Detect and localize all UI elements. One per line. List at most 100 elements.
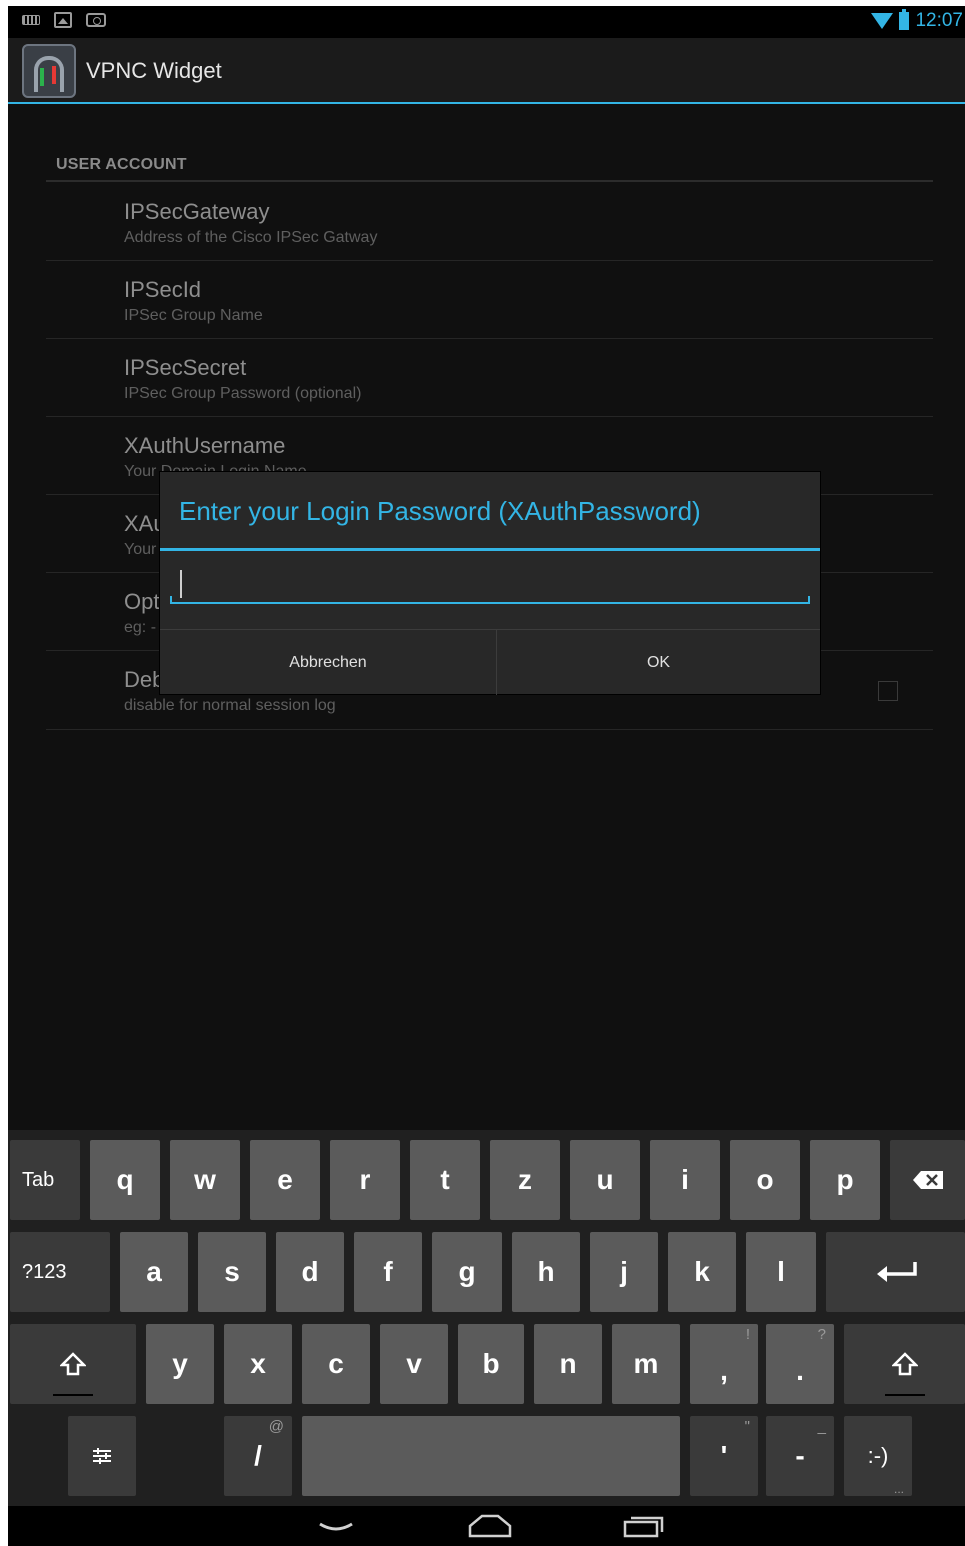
text-cursor xyxy=(180,570,182,598)
pref-divider xyxy=(46,729,933,730)
recent-apps-nav-button[interactable] xyxy=(622,1512,666,1540)
key-dash-label: - xyxy=(795,1440,805,1471)
key-comma-label: , xyxy=(720,1355,728,1386)
key-g[interactable]: g xyxy=(432,1232,502,1312)
settings-sliders-icon xyxy=(93,1448,111,1464)
key-dash-hint: _ xyxy=(817,1418,826,1435)
key-q[interactable]: q xyxy=(90,1140,160,1220)
key-e[interactable]: e xyxy=(250,1140,320,1220)
clock: 12:07 xyxy=(915,10,963,31)
pref-summary: IPSec Group Name xyxy=(124,307,263,324)
key-slash-label: / xyxy=(254,1440,262,1471)
key-k[interactable]: k xyxy=(668,1232,736,1312)
key-b[interactable]: b xyxy=(458,1324,524,1404)
key-n[interactable]: n xyxy=(534,1324,602,1404)
keyboard-icon xyxy=(22,15,40,25)
pref-title: IPSecSecret xyxy=(124,355,247,380)
back-nav-button[interactable] xyxy=(316,1516,356,1536)
camera-icon xyxy=(86,13,106,27)
key-period[interactable]: . ? xyxy=(766,1324,834,1404)
home-icon xyxy=(468,1514,512,1538)
backspace-key[interactable] xyxy=(890,1140,965,1220)
debug-checkbox[interactable] xyxy=(878,681,898,701)
key-r[interactable]: r xyxy=(330,1140,400,1220)
key-o[interactable]: o xyxy=(730,1140,800,1220)
pref-title: IPSecGateway xyxy=(124,199,270,224)
pref-title: IPSecId xyxy=(124,277,202,302)
pref-divider xyxy=(46,338,933,339)
pref-summary: eg: - xyxy=(124,619,157,636)
section-divider xyxy=(46,180,933,182)
pref-summary: Address of the Cisco IPSec Gatway xyxy=(124,229,378,246)
dialog-title-divider xyxy=(160,548,820,551)
key-apostrophe[interactable]: ' " xyxy=(690,1416,758,1496)
pref-divider xyxy=(46,416,933,417)
status-bar: 12:07 xyxy=(8,6,965,38)
key-u[interactable]: u xyxy=(570,1140,640,1220)
key-slash[interactable]: / @ xyxy=(224,1416,292,1496)
password-dialog: Enter your Login Password (XAuthPassword… xyxy=(160,472,820,695)
pref-title: XAuthUsername xyxy=(124,433,286,458)
key-v[interactable]: v xyxy=(380,1324,448,1404)
cancel-button[interactable]: Abbrechen xyxy=(160,630,497,695)
key-c[interactable]: c xyxy=(302,1324,370,1404)
android-screen: 12:07 VPNC Widget USER ACCOUNT IPSecGate… xyxy=(8,6,965,1546)
password-input[interactable] xyxy=(170,564,810,604)
settings-key[interactable] xyxy=(68,1416,136,1496)
pref-ipsec-secret[interactable]: IPSecSecret IPSec Group Password (option… xyxy=(124,355,361,405)
key-m[interactable]: m xyxy=(612,1324,680,1404)
back-chevron-icon xyxy=(319,1522,353,1531)
shift-key-right[interactable] xyxy=(844,1324,965,1404)
key-h[interactable]: h xyxy=(512,1232,580,1312)
battery-icon xyxy=(899,9,910,30)
app-title: VPNC Widget xyxy=(86,58,222,83)
key-apostrophe-hint: " xyxy=(744,1418,750,1435)
pref-title: Opti xyxy=(124,589,165,614)
pref-ipsec-id[interactable]: IPSecId IPSec Group Name xyxy=(124,277,263,327)
recent-apps-icon xyxy=(623,1516,664,1538)
key-y[interactable]: y xyxy=(146,1324,214,1404)
key-z[interactable]: z xyxy=(490,1140,560,1220)
key-a[interactable]: a xyxy=(120,1232,188,1312)
shift-icon xyxy=(60,1352,86,1376)
pref-summary: disable for normal session log xyxy=(124,697,336,714)
key-apostrophe-label: ' xyxy=(720,1440,728,1471)
key-p[interactable]: p xyxy=(810,1140,880,1220)
section-header: USER ACCOUNT xyxy=(56,156,187,173)
soft-keyboard: Tab q w e r t z u i o p ?123 a s d f g h… xyxy=(8,1130,965,1506)
key-period-label: . xyxy=(796,1355,804,1386)
key-j[interactable]: j xyxy=(590,1232,658,1312)
ok-button[interactable]: OK xyxy=(497,630,820,695)
image-icon xyxy=(54,12,72,28)
key-period-hint: ? xyxy=(817,1326,826,1343)
home-nav-button[interactable] xyxy=(468,1514,512,1538)
key-slash-hint: @ xyxy=(268,1418,284,1435)
key-i[interactable]: i xyxy=(650,1140,720,1220)
smiley-key-label: :-) xyxy=(867,1443,889,1468)
pref-options[interactable]: Opti eg: - xyxy=(124,589,164,639)
dialog-button-bar: Abbrechen OK xyxy=(160,629,820,695)
tab-key[interactable]: Tab xyxy=(10,1140,80,1220)
key-d[interactable]: d xyxy=(276,1232,344,1312)
key-dash[interactable]: - _ xyxy=(766,1416,834,1496)
pref-summary: IPSec Group Password (optional) xyxy=(124,385,362,402)
shift-key-left[interactable] xyxy=(10,1324,136,1404)
key-f[interactable]: f xyxy=(354,1232,422,1312)
key-w[interactable]: w xyxy=(170,1140,240,1220)
smiley-key[interactable]: :-) ... xyxy=(844,1416,912,1496)
smiley-key-hint: ... xyxy=(893,1482,904,1496)
dialog-title: Enter your Login Password (XAuthPassword… xyxy=(179,496,701,526)
key-x[interactable]: x xyxy=(224,1324,292,1404)
vpnc-app-icon[interactable] xyxy=(22,44,76,98)
key-s[interactable]: s xyxy=(198,1232,266,1312)
space-key[interactable] xyxy=(302,1416,680,1496)
enter-key[interactable] xyxy=(826,1232,965,1312)
key-t[interactable]: t xyxy=(410,1140,480,1220)
key-l[interactable]: l xyxy=(746,1232,816,1312)
key-comma[interactable]: , ! xyxy=(690,1324,758,1404)
wifi-icon xyxy=(871,13,894,29)
navigation-bar xyxy=(8,1506,965,1546)
enter-icon xyxy=(876,1262,917,1282)
pref-ipsec-gateway[interactable]: IPSecGateway Address of the Cisco IPSec … xyxy=(124,199,377,249)
symbols-key[interactable]: ?123 xyxy=(10,1232,110,1312)
